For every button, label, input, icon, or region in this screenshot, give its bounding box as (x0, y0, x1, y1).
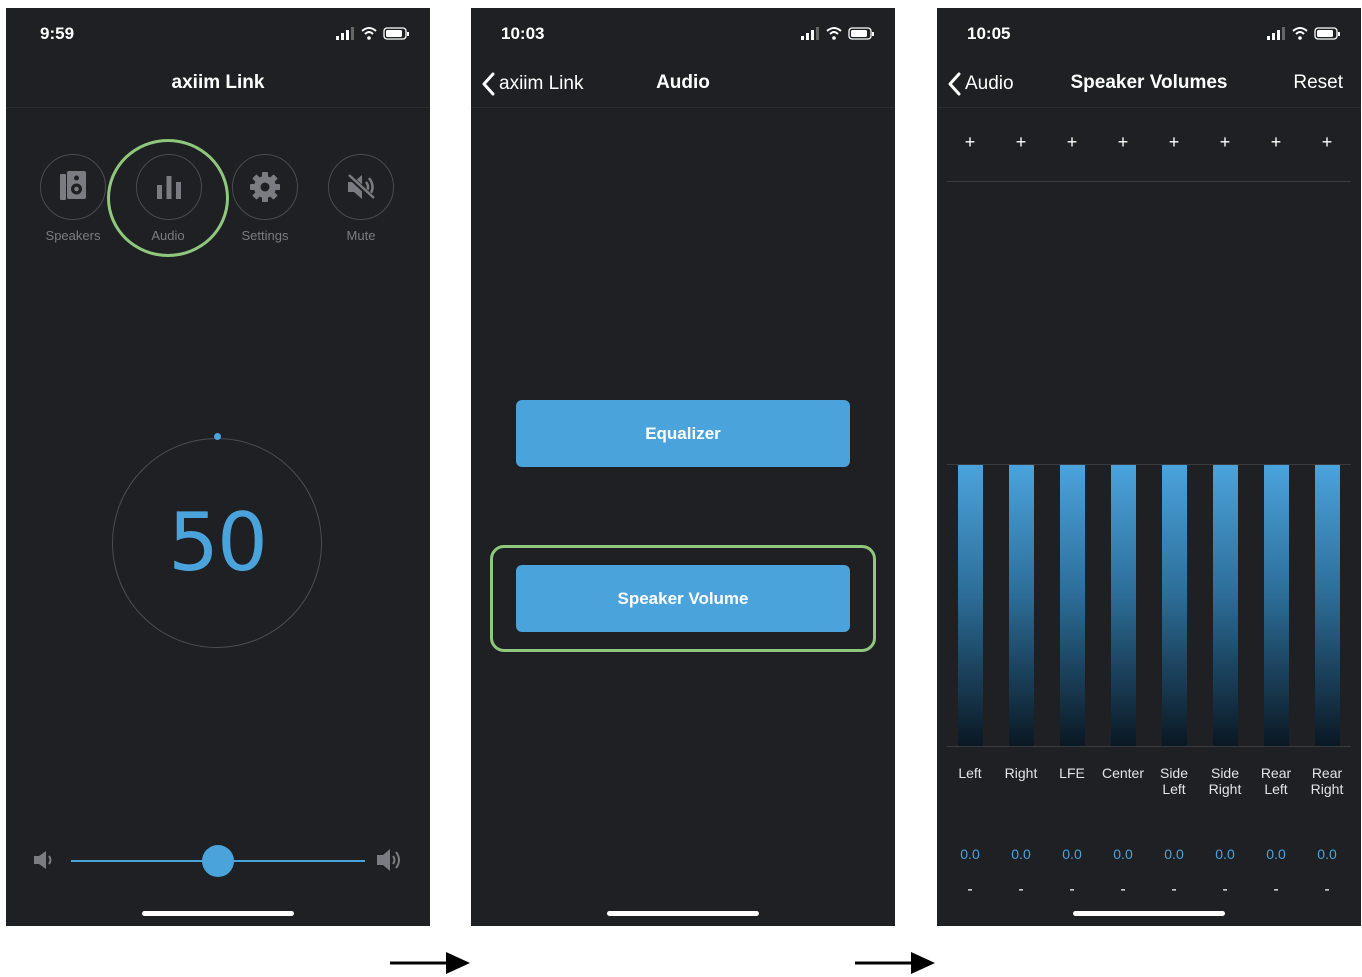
page-title: Audio (656, 72, 710, 93)
channel-name: Side Left (1159, 765, 1189, 797)
channel-value: 0.0 (960, 846, 980, 862)
increase-button[interactable]: + (996, 132, 1046, 153)
channel-value: 0.0 (1317, 846, 1337, 862)
increase-button[interactable]: + (1149, 132, 1199, 153)
volume-slider-thumb[interactable] (202, 845, 234, 877)
increase-button[interactable]: + (1251, 132, 1301, 153)
nav-bar: axiim Link (6, 60, 430, 108)
channel-volume-bar[interactable] (1212, 465, 1238, 747)
channel-volume-bar[interactable] (1008, 465, 1034, 747)
decrease-button[interactable]: - (996, 881, 1046, 899)
channel-name: Rear Right (1310, 765, 1344, 797)
channel-volume-bar[interactable] (1161, 465, 1187, 747)
speaker-volume-highlight (490, 545, 876, 652)
home-indicator (607, 911, 759, 916)
volume-low-icon (34, 851, 52, 869)
channel-value: 0.0 (1011, 846, 1031, 862)
channel-name: Rear Left (1260, 765, 1292, 797)
volume-value: 50 (168, 496, 268, 589)
decrease-button[interactable]: - (1149, 881, 1199, 899)
channel-volume-bar[interactable] (1059, 465, 1085, 747)
home-indicator (1073, 911, 1225, 916)
channel-name: LFE (1059, 765, 1085, 781)
volume-high-icon (377, 849, 400, 871)
channel-volume-bar[interactable] (1263, 465, 1289, 747)
speaker-icon (60, 171, 86, 200)
status-icons (801, 27, 874, 40)
speakers-button[interactable] (40, 154, 106, 220)
arrow-right-icon (855, 952, 935, 974)
home-indicator (142, 911, 294, 916)
dial-indicator (214, 433, 221, 440)
equalizer-button[interactable]: Equalizer (516, 400, 850, 467)
channel-name: Right (1004, 765, 1038, 781)
decrease-button[interactable]: - (1251, 881, 1301, 899)
mute-button[interactable] (328, 154, 394, 220)
status-time: 10:05 (967, 24, 1011, 43)
reset-button[interactable]: Reset (1293, 72, 1343, 94)
channel-value: 0.0 (1113, 846, 1133, 862)
settings-label: Settings (241, 228, 289, 243)
channel-name: Left (958, 765, 982, 781)
nav-bar: Audio Speaker Volumes Reset (937, 60, 1361, 108)
audio-highlight (107, 139, 229, 257)
increase-button[interactable]: + (945, 132, 995, 153)
increase-button[interactable]: + (1047, 132, 1097, 153)
mute-label: Mute (346, 228, 376, 243)
increase-button[interactable]: + (1098, 132, 1148, 153)
nav-bar: axiim Link Audio (471, 60, 895, 108)
screen-speaker-volumes: 10:05 Audio Speaker Volumes Reset + + + + + +… (937, 8, 1361, 926)
gear-icon (250, 172, 280, 202)
status-time: 10:03 (501, 24, 545, 43)
channel-value: 0.0 (1266, 846, 1286, 862)
decrease-button[interactable]: - (1302, 881, 1352, 899)
status-icons (336, 27, 409, 40)
mute-icon (346, 173, 376, 201)
channel-value: 0.0 (1062, 846, 1082, 862)
increase-button[interactable]: + (1302, 132, 1352, 153)
arrow-right-icon (390, 952, 470, 974)
decrease-button[interactable]: - (1200, 881, 1250, 899)
screen-audio: 10:03 axiim Link Audio Equalizer Speaker… (471, 8, 895, 926)
channel-volume-bar[interactable] (1314, 465, 1340, 747)
channel-name: Center (1101, 765, 1145, 781)
baseline (947, 746, 1351, 747)
decrease-button[interactable]: - (1047, 881, 1097, 899)
channel-volume-bar[interactable] (957, 465, 983, 747)
decrease-button[interactable]: - (945, 881, 995, 899)
increase-button[interactable]: + (1200, 132, 1250, 153)
channel-volume-bar[interactable] (1110, 465, 1136, 747)
divider (947, 181, 1351, 182)
channel-name: Side Right (1208, 765, 1242, 797)
settings-button[interactable] (232, 154, 298, 220)
channel-value: 0.0 (1164, 846, 1184, 862)
status-icons (1267, 27, 1340, 40)
screen-home: 9:59 axiim Link Speakers Audio Settings … (6, 8, 430, 926)
speakers-label: Speakers (45, 228, 101, 243)
page-title: axiim Link (171, 72, 265, 93)
status-time: 9:59 (40, 24, 75, 43)
channel-value: 0.0 (1215, 846, 1235, 862)
decrease-button[interactable]: - (1098, 881, 1148, 899)
